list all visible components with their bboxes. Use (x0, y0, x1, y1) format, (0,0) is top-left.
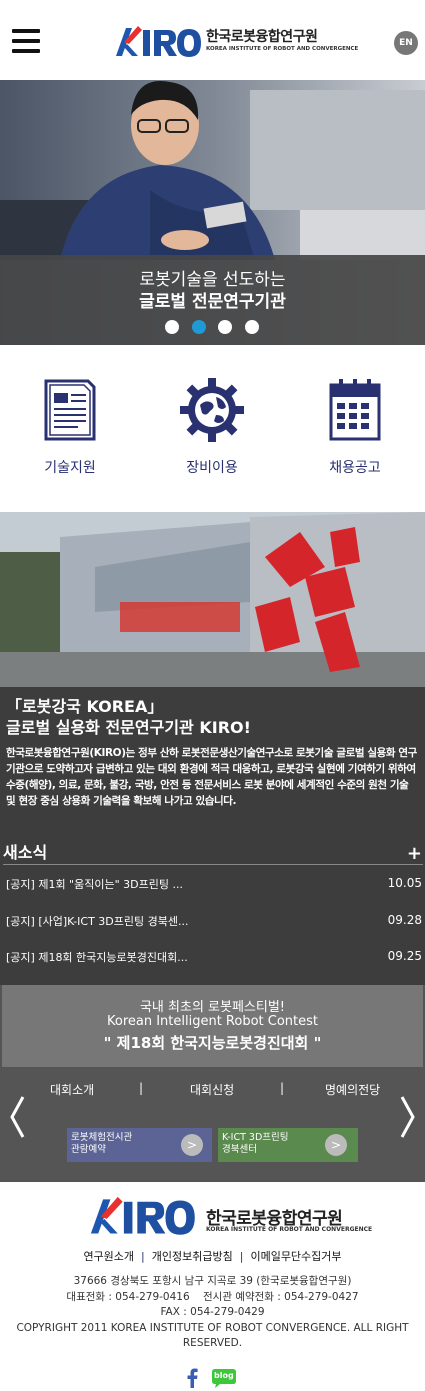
quick-menu-label: 기술지원 (44, 460, 96, 476)
calendar-icon (329, 379, 381, 441)
logo-english-name: KOREA INSTITUTE OF ROBOT AND CONVERGENCE (206, 46, 359, 52)
quick-menu-recruitment[interactable]: 채용공고 (285, 345, 425, 512)
menu-icon[interactable] (12, 29, 40, 53)
contest-links: 대회소개 | 대회신청 | 명예의전당 (0, 1081, 425, 1099)
footer-copyright: COPYRIGHT 2011 KOREA INSTITUTE OF ROBOT … (16, 1321, 409, 1350)
footer-fax: FAX : 054-279-0429 (160, 1306, 265, 1318)
facebook-icon[interactable] (185, 1368, 199, 1388)
hero-slider: 로봇기술을 선도하는 글로벌 전문연구기관 (0, 80, 425, 345)
news-item-date: 09.28 (387, 913, 422, 927)
logo-korean-name: 한국로봇융합연구원 (206, 29, 318, 45)
promo-label: 로봇체험전시관 관람예약 (71, 1132, 132, 1156)
news-item-title: [공지] [사업]K-ICT 3D프린팅 경북센... (6, 915, 189, 928)
footer: 한국로봇융합연구원 KOREA INSTITUTE OF ROBOT AND C… (0, 1182, 425, 1391)
contest-link-hall-of-fame[interactable]: 명예의전당 (325, 1081, 380, 1098)
divider (3, 864, 423, 865)
promo-3d-printing-center[interactable]: K-ICT 3D프린팅 경북센터 > (218, 1128, 358, 1162)
footer-link-about[interactable]: 연구원소개 (83, 1250, 134, 1263)
slider-dot-3[interactable] (218, 320, 232, 334)
quick-menu-label: 장비이용 (186, 460, 238, 476)
separator: | (239, 1250, 244, 1263)
news-heading: 새소식 (3, 843, 48, 862)
hero-title-line2: 글로벌 전문연구기관 (139, 292, 286, 312)
blog-label: blog (214, 1371, 234, 1380)
promo-label-line2: 경북센터 (222, 1144, 257, 1155)
kiro-logo-mark (116, 26, 201, 57)
robot-contest-section: 국내 최초의 로봇페스티벌! Korean Intelligent Robot … (0, 985, 425, 1182)
contest-banner[interactable]: 국내 최초의 로봇페스티벌! Korean Intelligent Robot … (2, 985, 423, 1067)
slider-dot-2[interactable] (192, 320, 206, 334)
arrow-right-icon: > (181, 1134, 203, 1156)
promo-label: K-ICT 3D프린팅 경북센터 (222, 1132, 289, 1156)
footer-links: 연구원소개 | 개인정보취급방침 | 이메일무단수집거부 (0, 1248, 425, 1264)
contest-english-name: Korean Intelligent Robot Contest (106, 1014, 319, 1029)
chevron-left-icon[interactable] (8, 1095, 26, 1139)
footer-link-privacy[interactable]: 개인정보취급방침 (152, 1250, 233, 1263)
footer-link-email-policy[interactable]: 이메일무단수집거부 (250, 1250, 341, 1263)
quick-menu-tech-support[interactable]: 기술지원 (0, 345, 140, 512)
header: 한국로봇융합연구원 KOREA INSTITUTE OF ROBOT AND C… (0, 0, 425, 80)
news-section: 새소식 + [공지] 제1회 "움직이는" 3D프린팅 ... 10.05 [공… (0, 839, 425, 985)
intro-body: 한국로봇융합연구원(KIRO)는 정부 산하 로봇전문생산기술연구소로 로봇기술… (6, 747, 417, 807)
news-item-title: [공지] 제18회 한국지능로봇경진대회... (6, 951, 188, 964)
arrow-right-icon: > (325, 1134, 347, 1156)
contest-link-intro[interactable]: 대회소개 (50, 1081, 94, 1098)
slider-dots (165, 320, 265, 334)
separator: | (139, 1081, 144, 1095)
intro-subtitle: 글로벌 실용화 전문연구기관 KIRO! (6, 718, 251, 737)
news-item[interactable]: [공지] 제1회 "움직이는" 3D프린팅 ... 10.05 (0, 873, 425, 893)
promo-label-line2: 관람예약 (71, 1144, 106, 1155)
gear-globe-icon (180, 378, 244, 442)
footer-address: 37666 경상북도 포항시 남구 지곡로 39 (한국로봇융합연구원) (73, 1275, 352, 1287)
quick-menu-label: 채용공고 (329, 460, 381, 476)
intro-section: 「로봇강국 KOREA」 글로벌 실용화 전문연구기관 KIRO! 한국로봇융합… (0, 687, 425, 839)
slider-dot-1[interactable] (165, 320, 179, 334)
contest-tagline: 국내 최초의 로봇페스티벌! (139, 1000, 286, 1015)
news-item-date: 10.05 (387, 876, 422, 890)
news-item-title: [공지] 제1회 "움직이는" 3D프린팅 ... (6, 878, 183, 891)
quick-menu: 기술지원 장비이용 채용공고 (0, 345, 425, 512)
document-icon (44, 379, 96, 441)
footer-logo: 한국로봇융합연구원 KOREA INSTITUTE OF ROBOT AND C… (82, 1192, 372, 1236)
chevron-right-icon[interactable] (399, 1095, 417, 1139)
footer-info: 37666 경상북도 포항시 남구 지곡로 39 (한국로봇융합연구원) 대표전… (10, 1274, 415, 1352)
kiro-logo[interactable]: 한국로봇융합연구원 KOREA INSTITUTE OF ROBOT AND C… (112, 22, 358, 58)
language-button[interactable]: EN (394, 31, 418, 55)
news-item[interactable]: [공지] 제18회 한국지능로봇경진대회... 09.25 (0, 946, 425, 966)
footer-phone: 대표전화 : 054-279-0416 전시관 예약전화 : 054-279-0… (66, 1290, 359, 1303)
news-item-date: 09.25 (387, 949, 422, 963)
quick-menu-equipment[interactable]: 장비이용 (142, 345, 282, 512)
promo-exhibition-reservation[interactable]: 로봇체험전시관 관람예약 > (67, 1128, 212, 1162)
separator: | (280, 1081, 285, 1095)
footer-logo-english-name: KOREA INSTITUTE OF ROBOT AND CONVERGENCE (206, 1226, 373, 1233)
slider-dot-4[interactable] (245, 320, 259, 334)
separator: | (141, 1250, 145, 1263)
promo-label-line1: K-ICT 3D프린팅 (222, 1132, 289, 1143)
kiro-logo-mark (90, 1196, 195, 1235)
building-photo (0, 512, 425, 687)
promo-label-line1: 로봇체험전시관 (71, 1132, 133, 1143)
contest-title: " 제18회 한국지능로봇경진대회 " (103, 1034, 322, 1052)
contest-link-apply[interactable]: 대회신청 (190, 1081, 234, 1098)
building-image (0, 512, 425, 687)
news-item[interactable]: [공지] [사업]K-ICT 3D프린팅 경북센... 09.28 (0, 910, 425, 930)
blog-icon[interactable]: blog (211, 1368, 237, 1388)
